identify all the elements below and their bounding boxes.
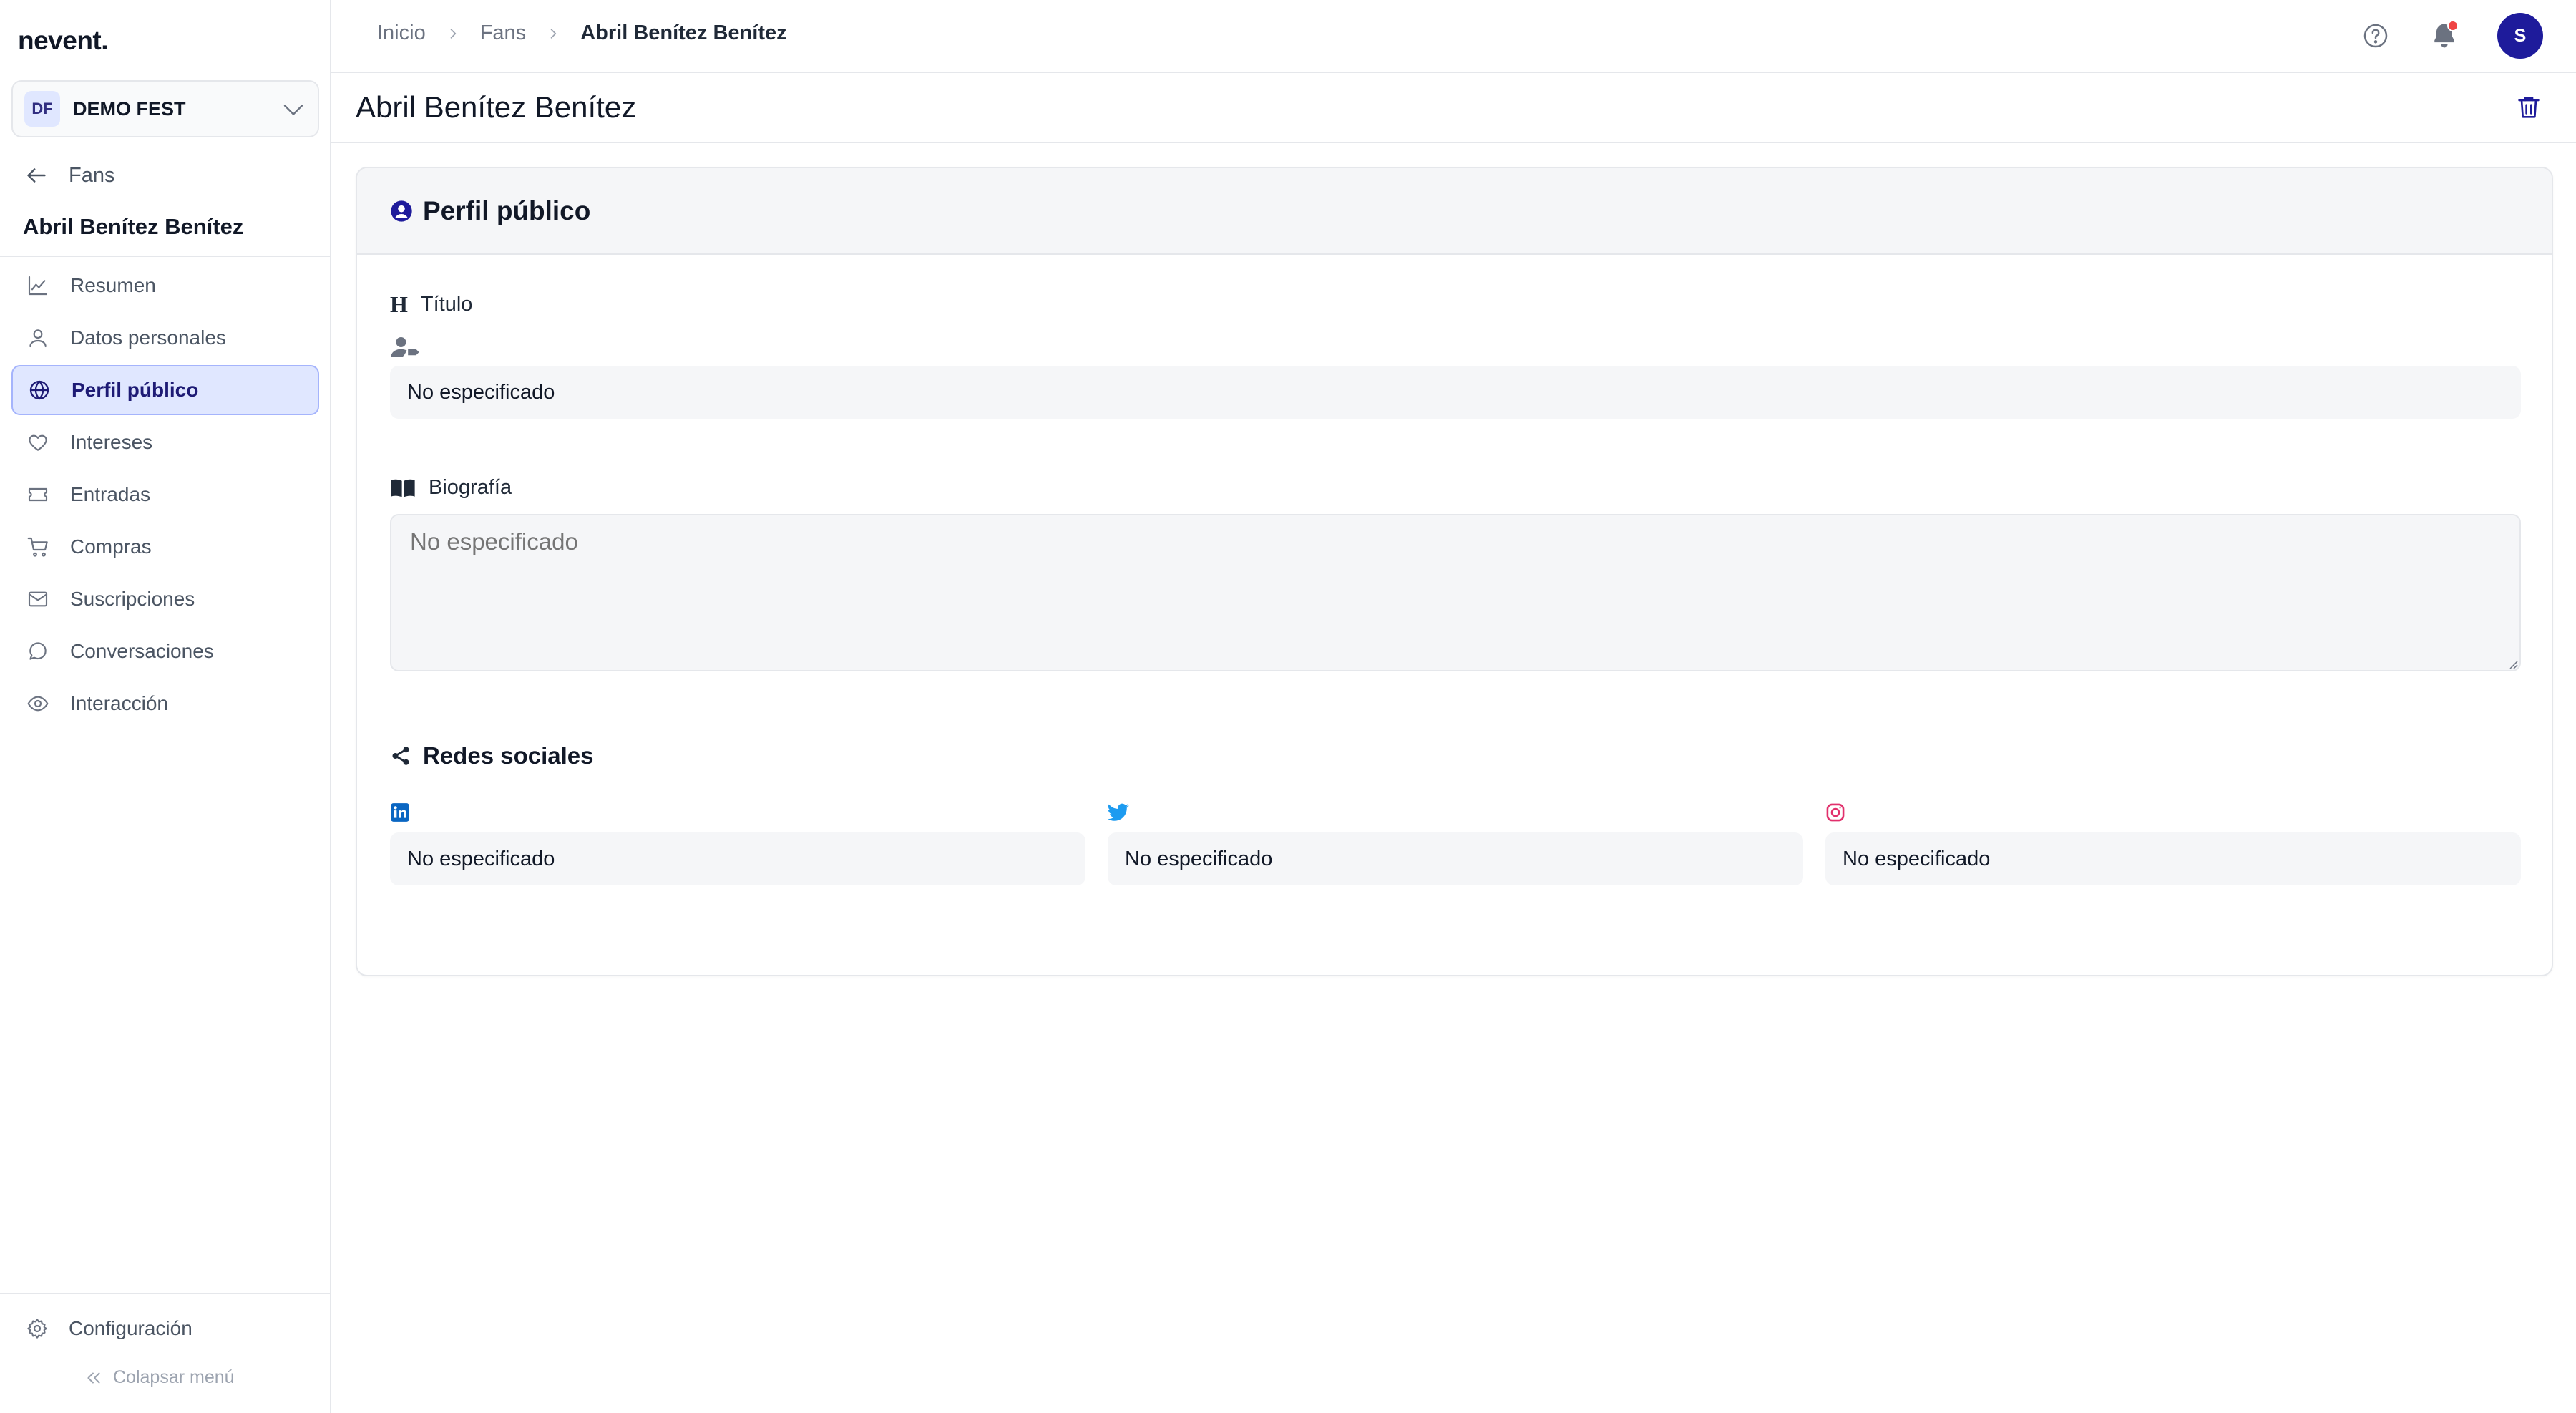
book-icon bbox=[390, 477, 416, 499]
biografia-label-row: Biografía bbox=[390, 476, 512, 500]
sidebar-item-datos-personales[interactable]: Datos personales bbox=[11, 313, 319, 363]
ticket-icon bbox=[26, 482, 50, 507]
mail-icon bbox=[26, 587, 50, 611]
user-icon bbox=[26, 326, 50, 350]
sidebar-item-label: Perfil público bbox=[72, 379, 199, 401]
trash-icon bbox=[2514, 93, 2543, 122]
collapse-menu-button[interactable]: Colapsar menú bbox=[84, 1367, 235, 1388]
twitter-value: No especificado bbox=[1108, 832, 1803, 885]
sidebar-item-conversaciones[interactable]: Conversaciones bbox=[11, 626, 319, 676]
heading-icon: H bbox=[390, 291, 408, 317]
question-circle-icon bbox=[2361, 21, 2390, 50]
sidebar-item-configuracion[interactable]: Configuración bbox=[26, 1317, 192, 1340]
sidebar-item-label: Datos personales bbox=[70, 326, 226, 349]
chevron-right-icon bbox=[546, 26, 560, 41]
sidebar-item-interaccion[interactable]: Interacción bbox=[11, 679, 319, 729]
heart-icon bbox=[26, 430, 50, 455]
delete-fan-button[interactable] bbox=[2514, 93, 2543, 122]
app-logo[interactable]: nevent. bbox=[18, 26, 109, 56]
config-label: Configuración bbox=[69, 1317, 192, 1339]
topbar-actions: S bbox=[2361, 13, 2543, 59]
breadcrumb-current: Abril Benítez Benítez bbox=[580, 21, 787, 44]
sidebar-nav: Resumen Datos personales Perfil público … bbox=[11, 261, 319, 731]
chevrons-left-icon bbox=[84, 1369, 103, 1387]
social-section-title: Redes sociales bbox=[423, 742, 594, 769]
sidebar-item-resumen[interactable]: Resumen bbox=[11, 261, 319, 311]
user-tag-icon bbox=[390, 335, 420, 359]
chevron-down-icon bbox=[280, 96, 306, 122]
chevron-right-icon bbox=[446, 26, 460, 41]
resize-grip-icon[interactable] bbox=[2508, 659, 2518, 669]
titulo-subicon-row bbox=[390, 335, 420, 359]
instagram-icon bbox=[1825, 802, 1845, 822]
biografia-textarea[interactable] bbox=[390, 514, 2521, 671]
sidebar-item-entradas[interactable]: Entradas bbox=[11, 470, 319, 520]
social-section-title-row: Redes sociales bbox=[390, 742, 593, 769]
back-to-fans-link[interactable]: Fans bbox=[24, 163, 114, 188]
breadcrumb: Inicio Fans Abril Benítez Benítez bbox=[377, 21, 787, 45]
card-title: Perfil público bbox=[423, 195, 591, 225]
sidebar-item-label: Interacción bbox=[70, 692, 168, 714]
breadcrumb-inicio[interactable]: Inicio bbox=[377, 21, 426, 45]
sidebar-item-intereses[interactable]: Intereses bbox=[11, 417, 319, 467]
breadcrumb-fans[interactable]: Fans bbox=[480, 21, 526, 45]
share-icon bbox=[390, 745, 411, 767]
sidebar-item-label: Conversaciones bbox=[70, 640, 214, 662]
titulo-label: Título bbox=[420, 293, 473, 316]
biografia-label: Biografía bbox=[429, 476, 512, 499]
sidebar-item-compras[interactable]: Compras bbox=[11, 522, 319, 572]
back-link-label: Fans bbox=[69, 163, 115, 187]
sidebar-item-label: Intereses bbox=[70, 431, 153, 453]
sidebar-item-perfil-publico[interactable]: Perfil público bbox=[11, 365, 319, 415]
collapse-menu-label: Colapsar menú bbox=[113, 1367, 235, 1387]
organization-selector[interactable]: DF DEMO FEST bbox=[11, 80, 319, 137]
sidebar-item-label: Resumen bbox=[70, 274, 156, 296]
sidebar-item-label: Compras bbox=[70, 535, 152, 558]
top-bar: Inicio Fans Abril Benítez Benítez S bbox=[331, 0, 2576, 73]
sidebar-divider bbox=[0, 256, 331, 257]
linkedin-icon bbox=[390, 802, 410, 822]
globe-icon bbox=[27, 378, 52, 402]
sidebar-fan-name: Abril Benítez Benítez bbox=[23, 214, 244, 239]
sidebar-item-label: Entradas bbox=[70, 483, 151, 505]
eye-icon bbox=[26, 691, 50, 716]
sidebar-item-label: Suscripciones bbox=[70, 588, 195, 610]
page-title: Abril Benítez Benítez bbox=[356, 90, 637, 124]
sidebar: nevent. DF DEMO FEST Fans Abril Benítez … bbox=[0, 0, 331, 1413]
arrow-left-icon bbox=[24, 163, 49, 188]
user-avatar[interactable]: S bbox=[2497, 13, 2543, 59]
chat-icon bbox=[26, 639, 50, 664]
chart-line-icon bbox=[26, 273, 50, 298]
titulo-value: No especificado bbox=[390, 366, 2521, 419]
card-header: Perfil público bbox=[357, 168, 2552, 255]
linkedin-value: No especificado bbox=[390, 832, 1085, 885]
cart-icon bbox=[26, 535, 50, 559]
public-profile-card: Perfil público H Título No especificado … bbox=[356, 167, 2553, 976]
titulo-label-row: H Título bbox=[390, 291, 472, 318]
notification-badge bbox=[2447, 20, 2459, 31]
instagram-value: No especificado bbox=[1825, 832, 2521, 885]
org-name: DEMO FEST bbox=[73, 97, 186, 120]
page-header: Abril Benítez Benítez bbox=[331, 73, 2576, 143]
sidebar-item-suscripciones[interactable]: Suscripciones bbox=[11, 574, 319, 624]
notifications-button[interactable] bbox=[2429, 20, 2460, 52]
sidebar-bottom-divider bbox=[0, 1293, 331, 1294]
org-initials-badge: DF bbox=[24, 91, 60, 127]
user-circle-icon bbox=[390, 200, 413, 223]
help-button[interactable] bbox=[2361, 21, 2390, 50]
gear-icon bbox=[26, 1317, 49, 1340]
twitter-icon bbox=[1108, 802, 1129, 822]
